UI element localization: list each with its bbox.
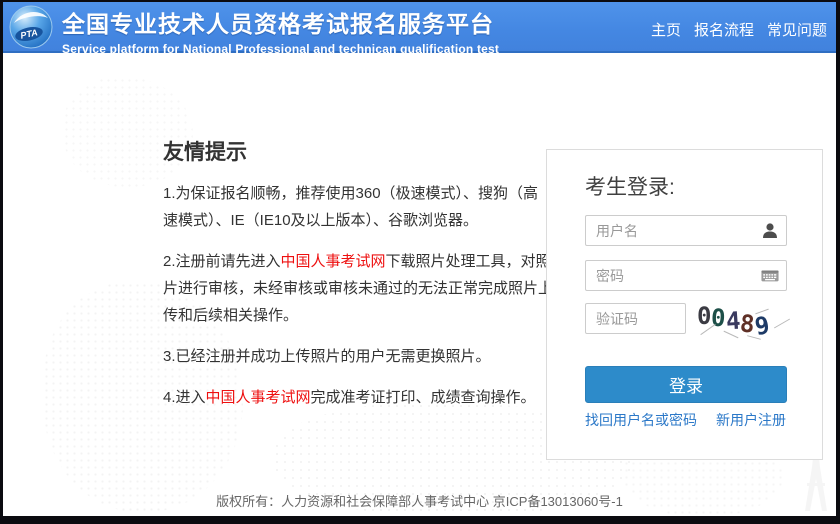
nav-registration-process[interactable]: 报名流程 bbox=[694, 19, 754, 40]
forgot-credentials-link[interactable]: 找回用户名或密码 bbox=[585, 410, 697, 430]
tip-text: 1.为保证报名顺畅，推荐使用360（极速模式）、搜狗（高速模式）、IE（IE10… bbox=[163, 185, 538, 229]
username-input[interactable] bbox=[585, 215, 787, 246]
tip-text: 4.进入 bbox=[163, 389, 206, 406]
top-nav: 主页 报名流程 常见问题 bbox=[651, 19, 827, 40]
header-titles: 全国专业技术人员资格考试报名服务平台 Service platform for … bbox=[62, 5, 499, 56]
cpta-site-link[interactable]: 中国人事考试网 bbox=[206, 389, 311, 406]
new-user-register-link[interactable]: 新用户注册 bbox=[716, 410, 786, 430]
captcha-digits: 0 0 4 8 9 bbox=[697, 303, 789, 333]
tip-text: 完成准考证打印、成绩查询操作。 bbox=[311, 389, 536, 406]
login-links: 找回用户名或密码 新用户注册 bbox=[585, 410, 805, 430]
login-title: 考生登录: bbox=[585, 171, 675, 201]
footer-copyright: 版权所有：人力资源和社会保障部人事考试中心 京ICP备13013060号-1 bbox=[3, 491, 836, 510]
password-input[interactable] bbox=[585, 260, 787, 291]
header: PTA 全国专业技术人员资格考试报名服务平台 Service platform … bbox=[3, 2, 836, 53]
login-button[interactable]: 登录 bbox=[585, 366, 787, 403]
tip-item-2: 2.注册前请先进入中国人事考试网下载照片处理工具，对照片进行审核，未经审核或审核… bbox=[163, 248, 553, 329]
pta-logo: PTA bbox=[9, 5, 53, 49]
tips-heading: 友情提示 bbox=[163, 136, 553, 166]
captcha-input[interactable] bbox=[585, 303, 686, 334]
page-subtitle: Service platform for National Profession… bbox=[62, 42, 499, 56]
nav-home[interactable]: 主页 bbox=[651, 19, 681, 40]
page: PTA 全国专业技术人员资格考试报名服务平台 Service platform … bbox=[3, 2, 836, 516]
username-row bbox=[585, 215, 787, 246]
cpta-site-link[interactable]: 中国人事考试网 bbox=[281, 253, 386, 270]
page-title: 全国专业技术人员资格考试报名服务平台 bbox=[62, 5, 499, 39]
captcha-image[interactable]: 0 0 4 8 9 bbox=[697, 303, 789, 339]
login-panel: 考生登录: bbox=[546, 149, 823, 460]
password-row bbox=[585, 260, 787, 291]
tip-item-1: 1.为保证报名顺畅，推荐使用360（极速模式）、搜狗（高速模式）、IE（IE10… bbox=[163, 180, 553, 234]
tip-text: 2.注册前请先进入 bbox=[163, 253, 281, 270]
tip-text: 3.已经注册并成功上传照片的用户无需更换照片。 bbox=[163, 348, 491, 365]
friendly-tips: 友情提示 1.为保证报名顺畅，推荐使用360（极速模式）、搜狗（高速模式）、IE… bbox=[163, 136, 553, 411]
nav-faq[interactable]: 常见问题 bbox=[767, 19, 827, 40]
tip-item-4: 4.进入中国人事考试网完成准考证打印、成绩查询操作。 bbox=[163, 384, 553, 411]
tip-item-3: 3.已经注册并成功上传照片的用户无需更换照片。 bbox=[163, 343, 553, 370]
captcha-row bbox=[585, 303, 686, 334]
